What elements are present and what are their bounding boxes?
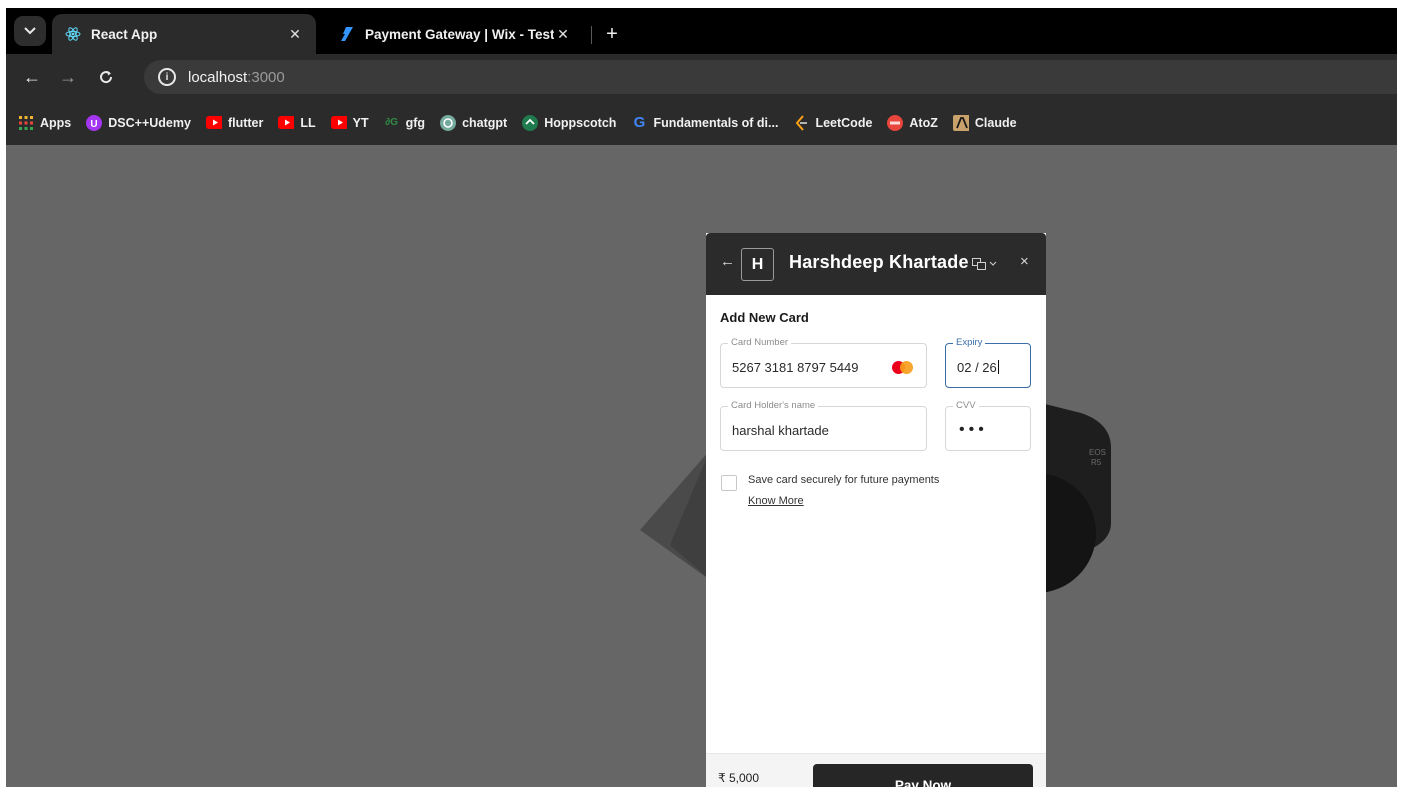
tab-payment-gateway[interactable]: Payment Gateway | Wix - Test ✕ [326,14,584,54]
mastercard-icon [892,361,914,374]
bookmark-apps[interactable]: Apps [18,115,71,131]
chevron-down-icon [989,261,997,266]
address-bar[interactable]: i localhost:3000 [144,60,1397,94]
bookmark-atoz[interactable]: AtoZ [887,114,938,131]
close-icon[interactable]: × [1020,253,1029,270]
hoppscotch-icon [522,114,539,131]
section-title: Add New Card [720,310,809,325]
youtube-icon [205,115,222,131]
bookmark-label: gfg [405,115,426,130]
udemy-icon: U [86,114,103,131]
expiry-value: 02 / 26 [957,360,999,375]
svg-text:EOS: EOS [1089,448,1106,457]
merchant-name: Harshdeep Khartade [789,252,969,272]
bookmark-fundamentals[interactable]: G Fundamentals of di... [631,114,779,131]
cvv-value: ••• [959,421,988,438]
forward-arrow-icon[interactable]: → [56,65,80,89]
cvv-field[interactable]: CVV ••• [945,400,1031,451]
modal-header: ← H Harshdeep Khartade × [706,233,1046,295]
expiry-label: Expiry [953,337,986,348]
svg-text:R5: R5 [1091,458,1102,467]
url-host: localhost [188,68,248,86]
pay-now-button[interactable]: Pay Now [813,764,1033,787]
apps-grid-icon [18,115,34,131]
chevron-down-icon [24,27,36,35]
bookmark-flutter[interactable]: flutter [205,115,264,131]
razorpay-icon [338,25,356,43]
bookmark-hoppscotch[interactable]: Hoppscotch [522,114,617,131]
tab-close-icon[interactable]: ✕ [286,26,304,43]
tab-search-button[interactable] [14,16,46,46]
chatgpt-icon [440,114,457,131]
bookmark-label: AtoZ [909,115,938,130]
google-icon: G [633,114,646,131]
save-card-label[interactable]: Save card securely for future payments [748,474,939,486]
leetcode-icon [793,114,809,131]
save-card-checkbox[interactable] [721,475,737,491]
cvv-label: CVV [953,400,979,411]
browser-toolbar: ← → i localhost:3000 [6,54,1397,100]
bookmark-dsc-udemy[interactable]: U DSC++Udemy [86,114,191,131]
back-arrow-icon[interactable]: ← [720,253,735,270]
bookmark-label: Hoppscotch [544,115,617,130]
bookmark-chatgpt[interactable]: chatgpt [440,114,508,131]
bookmark-label: Claude [974,115,1017,130]
camera-image: EOS R5 [976,403,1121,603]
bookmark-label: LeetCode [815,115,873,130]
claude-icon [952,114,969,131]
react-icon [64,25,82,43]
bookmark-label: DSC++Udemy [108,115,191,130]
tab-close-icon[interactable]: ✕ [554,26,572,43]
url-port: :3000 [247,68,285,86]
text-cursor [997,360,999,374]
bookmark-label: YT [352,115,369,130]
reload-icon[interactable] [94,65,118,89]
bookmark-leetcode[interactable]: LeetCode [793,114,873,131]
payment-amount: ₹ 5,000 [718,771,759,785]
gfg-icon: ∂G [385,117,398,128]
card-number-label: Card Number [728,337,792,348]
bookmark-label: LL [300,115,316,130]
card-holder-field[interactable]: Card Holder's name harshal khartade [720,400,927,451]
tab-separator [591,26,592,44]
translate-icon [972,258,986,270]
card-holder-value: harshal khartade [732,423,829,438]
back-arrow-icon[interactable]: ← [20,65,44,89]
bookmark-ll[interactable]: LL [278,115,316,131]
bookmark-label: flutter [227,115,264,130]
bookmark-label: chatgpt [462,115,508,130]
tab-title: React App [91,26,158,42]
card-number-field[interactable]: Card Number 5267 3181 8797 5449 [720,337,927,388]
know-more-link[interactable]: Know More [748,495,804,507]
modal-footer: ₹ 5,000 Pay Now [706,753,1046,787]
card-number-value: 5267 3181 8797 5449 [732,360,859,375]
page-backdrop: EOS R5 ← H Harshdeep Khartade × Add New C… [6,145,1397,787]
svg-text:U: U [91,119,98,130]
payment-modal: ← H Harshdeep Khartade × Add New Card Ca… [706,233,1046,787]
atoz-icon [887,114,904,131]
bookmark-label: Apps [40,115,72,130]
site-info-icon[interactable]: i [158,68,176,86]
expiry-field[interactable]: Expiry 02 / 26 [945,337,1031,388]
laptop-image [640,450,710,580]
tab-title: Payment Gateway | Wix - Test [365,26,554,42]
bookmarks-bar: Apps U DSC++Udemy flutter LL YT ∂G gfg c… [6,100,1397,145]
youtube-icon [330,115,347,131]
merchant-logo: H [741,248,774,281]
bookmark-claude[interactable]: Claude [952,114,1017,131]
tab-react-app[interactable]: React App ✕ [52,14,316,54]
card-holder-label: Card Holder's name [728,400,819,411]
new-tab-button[interactable]: + [598,20,626,48]
bookmark-label: Fundamentals of di... [653,115,779,130]
bookmark-gfg[interactable]: ∂G gfg [384,115,425,131]
bookmark-yt[interactable]: YT [330,115,369,131]
language-selector[interactable] [972,255,1002,273]
youtube-icon [278,115,295,131]
browser-tabstrip: React App ✕ Payment Gateway | Wix - Test… [6,8,1397,54]
